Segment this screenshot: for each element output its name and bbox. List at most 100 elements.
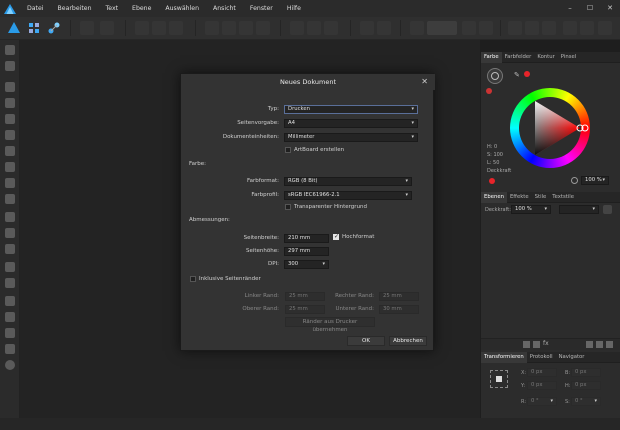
hand-tool-icon[interactable] [5,344,15,354]
menu-fenster[interactable]: Fenster [243,0,280,17]
toolbar-button[interactable] [479,21,493,35]
fill-tool-icon[interactable] [5,146,15,156]
ok-button[interactable]: OK [347,336,385,346]
node-tool-icon[interactable] [5,82,15,92]
x-field[interactable]: 0 px [527,368,557,377]
new-layer-icon[interactable] [586,341,593,348]
toolbar-button[interactable] [256,21,270,35]
raender-aus-drucker-button[interactable]: Ränder aus Drucker übernehmen [285,317,375,333]
fx-icon[interactable]: fx [543,340,549,347]
toolbar-button[interactable] [205,21,219,35]
seitenbreite-field[interactable]: 210 mm [284,234,329,243]
opacity-field[interactable]: 100 % ▾ [581,176,609,185]
designer-persona-icon[interactable] [7,21,21,35]
y-field[interactable]: 0 px [527,381,557,390]
eyedropper-tool-icon[interactable] [5,312,15,322]
toolbar-button[interactable] [563,21,577,35]
minimize-button[interactable]: – [560,0,580,17]
toolbar-button[interactable] [462,21,476,35]
view-mode-button[interactable] [427,21,457,35]
toolbar-button[interactable] [360,21,374,35]
crop-tool-icon[interactable] [5,194,15,204]
adjustment-icon[interactable] [533,341,540,348]
menu-bearbeiten[interactable]: Bearbeiten [51,0,99,17]
menu-hilfe[interactable]: Hilfe [280,0,308,17]
color-picker-tool-icon[interactable] [5,328,15,338]
toolbar-button[interactable] [324,21,338,35]
einheiten-select[interactable]: Millimeter ▾ [284,133,418,142]
tab-pinsel[interactable]: Pinsel [558,52,579,63]
menu-auswaehlen[interactable]: Auswählen [158,0,206,17]
move-tool-icon[interactable] [5,45,15,55]
table-tool-icon[interactable] [5,296,15,306]
rounded-rect-tool-icon[interactable] [5,244,15,254]
width-field[interactable]: 0 px [571,368,601,377]
transparency-tool-icon[interactable] [5,162,15,172]
layer-opacity-field[interactable]: 100 % ▾ [511,205,551,214]
toolbar-button[interactable] [80,21,94,35]
pencil-tool-icon[interactable] [5,114,15,124]
rectangle-tool-icon[interactable] [5,212,15,222]
color-wheel[interactable] [510,88,590,168]
transparent-checkbox[interactable] [285,204,291,210]
toolbar-button[interactable] [580,21,594,35]
toolbar-button[interactable] [377,21,391,35]
vorgabe-select[interactable]: A4 ▾ [284,119,418,128]
anchor-selector[interactable] [490,370,508,388]
unterer-rand-field[interactable]: 30 mm [379,305,419,314]
height-field[interactable]: 0 px [571,381,601,390]
toolbar-button[interactable] [135,21,149,35]
tab-effekte[interactable]: Effekte [507,192,532,203]
tab-textstile[interactable]: Textstile [549,192,577,203]
tab-farbfelder[interactable]: Farbfelder [502,52,535,63]
menu-datei[interactable]: Datei [20,0,51,17]
tab-kontur[interactable]: Kontur [534,52,557,63]
text-tool-icon[interactable] [5,262,15,272]
toolbar-button[interactable] [290,21,304,35]
toolbar-button[interactable] [598,21,612,35]
eyedropper-icon[interactable]: ✎ [514,71,520,79]
toolbar-button[interactable] [542,21,556,35]
dialog-close-button[interactable]: ✕ [421,74,428,90]
menu-text[interactable]: Text [99,0,126,17]
tab-protokoll[interactable]: Protokoll [527,352,556,363]
dpi-select[interactable]: 300 ▾ [284,260,329,269]
opacity-knob[interactable] [571,177,578,184]
toolbar-button[interactable] [152,21,166,35]
toolbar-button[interactable] [525,21,539,35]
typ-select[interactable]: Drucken ▾ [284,105,418,114]
swap-color-icon[interactable] [486,88,492,94]
no-color-icon[interactable] [489,178,495,184]
tab-farbe[interactable]: Farbe [481,51,502,63]
toolbar-button[interactable] [307,21,321,35]
group-icon[interactable] [596,341,603,348]
pen-tool-icon[interactable] [5,98,15,108]
farbprofil-select[interactable]: sRGB IEC61966-2.1 ▾ [284,191,412,200]
layer-mask-icon[interactable] [523,341,530,348]
ellipse-tool-icon[interactable] [5,228,15,238]
brush-tool-icon[interactable] [5,130,15,140]
blend-mode-select[interactable]: ▾ [559,205,599,214]
pixel-persona-icon[interactable] [27,21,41,35]
toolbar-button[interactable] [169,21,183,35]
artboard-checkbox[interactable] [285,147,291,153]
layer-options-icon[interactable] [603,205,612,214]
toolbar-button[interactable] [410,21,424,35]
stroke-swatch[interactable] [491,72,499,80]
close-window-button[interactable]: ✕ [600,0,620,17]
hochformat-checkbox[interactable] [333,233,339,240]
place-image-tool-icon[interactable] [5,178,15,188]
frame-text-tool-icon[interactable] [5,278,15,288]
tab-ebenen[interactable]: Ebenen [481,191,507,203]
shear-field[interactable]: 0 ° ▾ [571,397,601,406]
toolbar-button[interactable] [100,21,114,35]
rotation-field[interactable]: 0 ° ▾ [527,397,557,406]
export-persona-icon[interactable] [47,21,61,35]
oberer-rand-field[interactable]: 25 mm [285,305,325,314]
delete-layer-icon[interactable] [606,341,613,348]
seitenhoehe-field[interactable]: 297 mm [284,247,329,256]
menu-ebene[interactable]: Ebene [125,0,158,17]
menu-ansicht[interactable]: Ansicht [206,0,243,17]
toolbar-button[interactable] [239,21,253,35]
tab-navigator[interactable]: Navigator [556,352,588,363]
